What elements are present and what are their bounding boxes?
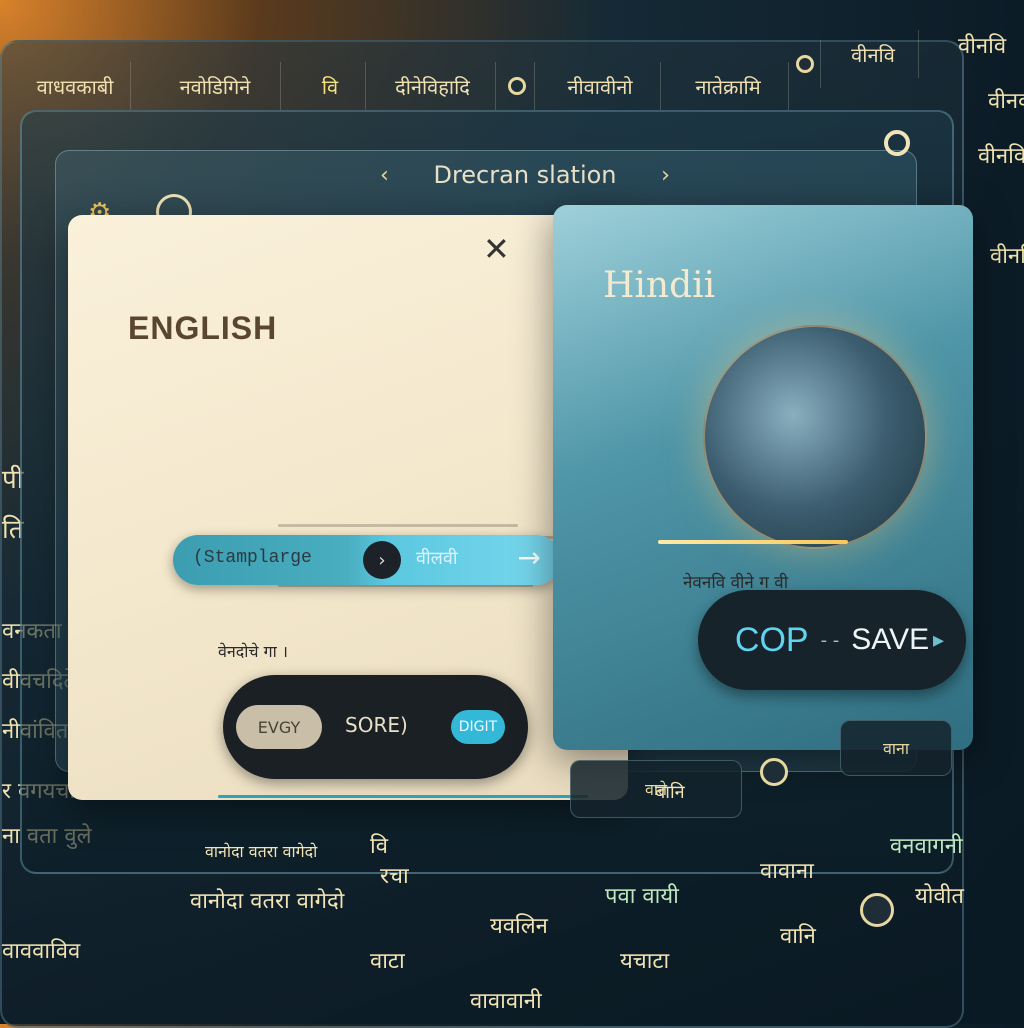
target-language-label: Hindii	[603, 265, 716, 306]
english-note: वेनदोचे गा ।	[218, 642, 288, 661]
translate-knob[interactable]: ›	[363, 541, 401, 579]
tab-3[interactable]: वि	[295, 62, 366, 110]
copy-label[interactable]: COP	[735, 621, 809, 660]
circle-icon	[796, 55, 814, 73]
right-sidebar-item[interactable]: वीनवि	[958, 30, 1006, 60]
bottom-item[interactable]: योवीत	[915, 880, 964, 910]
circle-icon	[508, 77, 526, 95]
search-icon[interactable]	[884, 130, 910, 156]
toggle-option-2[interactable]: SORE)	[345, 713, 408, 737]
save-label[interactable]: SAVE	[851, 623, 929, 657]
hindi-card: Hindii नेवनवि वीने ग वी COP - - SAVE ▸	[553, 205, 973, 750]
bottom-item[interactable]: वावाना	[760, 855, 814, 885]
circle-icon[interactable]	[860, 893, 894, 927]
copy-save-button[interactable]: COP - - SAVE ▸	[698, 590, 966, 690]
tab-2[interactable]: नवोडिगिने	[150, 62, 281, 110]
title-bar: ‹ Drecran slation ›	[380, 155, 670, 195]
right-sidebar-item[interactable]: वीनवि	[978, 140, 1024, 170]
input-placeholder: (Stamplarge	[193, 548, 312, 568]
source-input[interactable]: (Stamplarge › वीलवी →	[173, 535, 561, 585]
chevron-right-icon[interactable]: ›	[661, 163, 670, 188]
source-language-label: ENGLISH	[128, 310, 278, 346]
right-sidebar-item[interactable]: वीनवी	[988, 85, 1024, 115]
circle-icon[interactable]	[760, 758, 788, 786]
tab-7[interactable]: वीनवि	[828, 30, 919, 78]
bottom-item[interactable]: यवलिन	[490, 910, 548, 940]
chevron-left-icon[interactable]: ‹	[380, 163, 389, 188]
divider	[218, 795, 588, 798]
bottom-item[interactable]: वानोदा वतरा वागेदो	[205, 840, 317, 862]
globe-icon	[703, 325, 927, 549]
toggle-option-1[interactable]: EVGY	[236, 705, 322, 749]
bottom-item[interactable]: यचाटा	[620, 945, 669, 975]
bottom-item[interactable]: वानोदा वतरा वागेदो	[190, 885, 344, 915]
left-sidebar-item[interactable]: वाववाविव	[2, 935, 80, 965]
tab-small-circle[interactable]	[790, 40, 821, 88]
progress-bar	[658, 540, 848, 544]
bottom-item[interactable]: वि	[370, 830, 388, 860]
bottom-item[interactable]: बानि	[655, 780, 685, 804]
bottom-item[interactable]: वनवागनी	[890, 830, 963, 860]
page-title: Drecran slation	[433, 161, 617, 189]
play-icon[interactable]: ▸	[933, 628, 944, 653]
translated-preview: वीलवी	[416, 548, 458, 569]
bottom-item[interactable]: वावावानी	[470, 985, 542, 1015]
toggle-option-3[interactable]: DIGIT	[451, 710, 505, 744]
tab-circle-icon[interactable]	[500, 62, 535, 110]
bottom-item[interactable]: पवा वायी	[605, 880, 679, 910]
mode-toggle: EVGY SORE) DIGIT	[223, 675, 528, 779]
english-card: ENGLISH ✕ (Stamplarge › वीलवी → वेनदोचे …	[68, 215, 628, 800]
bottom-item[interactable]: रचा	[380, 860, 409, 890]
bottom-item[interactable]: वाटा	[370, 945, 405, 975]
tab-6[interactable]: नातेक्रामि	[668, 62, 789, 110]
separator: - -	[820, 629, 840, 651]
arrow-right-icon[interactable]: →	[518, 541, 541, 574]
tab-4[interactable]: दीनेविहादि	[370, 62, 496, 110]
bottom-item[interactable]: वानि	[780, 920, 816, 950]
bottom-pill-2[interactable]: वाना	[840, 720, 952, 776]
tab-5[interactable]: नीवावीनो	[540, 62, 661, 110]
right-sidebar-item[interactable]: वीनवि	[990, 240, 1024, 270]
tab-1[interactable]: वाधवकाबी	[20, 62, 131, 110]
close-icon[interactable]: ✕	[483, 230, 510, 268]
